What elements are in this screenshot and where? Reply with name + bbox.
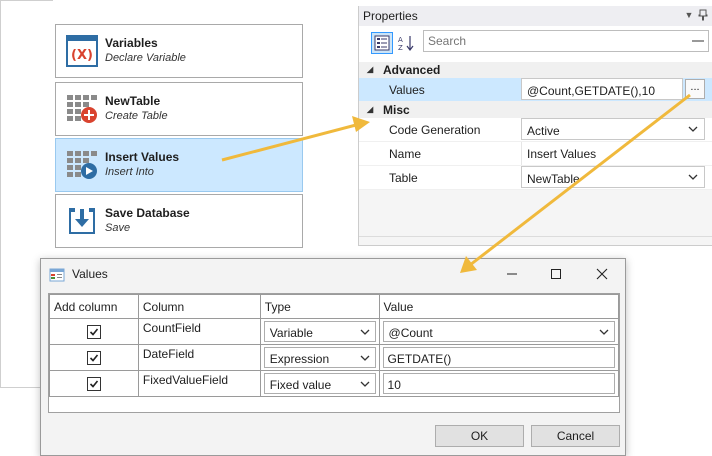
step-subtitle: Save	[105, 222, 131, 234]
property-value-field[interactable]: @Count,GETDATE(),10	[521, 78, 683, 100]
svg-text:Z: Z	[398, 44, 403, 52]
checkmark-icon	[89, 379, 99, 388]
add-column-checkbox[interactable]	[86, 324, 101, 339]
properties-header: Properties ▼	[359, 6, 712, 26]
workflow-step-insert-values[interactable]: Insert Values Insert Into	[55, 138, 303, 192]
column-header-column[interactable]: Column	[137, 294, 261, 319]
table-row: CountField Variable @Count	[49, 318, 620, 345]
search-clear-icon[interactable]	[692, 40, 704, 42]
workflow-step-save-database[interactable]: Save Database Save	[55, 194, 303, 248]
step-name: Insert Values	[105, 150, 180, 164]
step-name: Save Database	[105, 206, 190, 220]
ellipsis-button[interactable]: ...	[685, 79, 705, 99]
divider	[359, 236, 712, 237]
checkmark-icon	[89, 353, 99, 362]
cancel-button[interactable]: Cancel	[531, 425, 620, 447]
column-name: FixedValueField	[142, 372, 229, 387]
svg-text:A: A	[398, 36, 403, 44]
svg-text:(X): (X)	[71, 48, 93, 63]
properties-title: Properties	[363, 9, 418, 23]
category-advanced[interactable]: ◢ Advanced	[359, 62, 712, 78]
step-subtitle: Create Table	[105, 110, 168, 122]
workflow-step-variables[interactable]: (X) Variables Declare Variable	[55, 24, 303, 78]
property-name: Table	[389, 171, 418, 185]
category-misc[interactable]: ◢ Misc	[359, 102, 712, 118]
minimize-icon[interactable]	[503, 265, 521, 283]
column-header-add-column[interactable]: Add column	[49, 294, 139, 319]
name-value-field[interactable]: Insert Values	[521, 142, 705, 165]
property-row-name[interactable]: Name Insert Values	[359, 142, 712, 166]
table-row: FixedValueField Fixed value 10	[49, 370, 620, 397]
variables-icon: (X)	[66, 35, 98, 67]
value-textbox[interactable]: GETDATE()	[382, 347, 615, 368]
step-subtitle: Declare Variable	[105, 52, 186, 64]
column-header-type[interactable]: Type	[259, 294, 380, 319]
properties-toolbar: A Z	[359, 26, 712, 66]
values-grid: Add column Column Type Value CountField …	[48, 293, 620, 413]
property-search-box[interactable]	[423, 30, 709, 52]
chevron-down-icon	[599, 329, 609, 335]
collapse-triangle-icon[interactable]: ◢	[367, 62, 373, 78]
properties-panel: Properties ▼ A Z ◢ Advan	[358, 6, 712, 246]
table-row: DateField Expression GETDATE()	[49, 344, 620, 371]
step-name: NewTable	[105, 94, 161, 108]
categorized-view-button[interactable]	[371, 32, 393, 54]
column-name: DateField	[142, 346, 195, 361]
step-subtitle: Insert Into	[105, 166, 154, 178]
grid-header-row: Add column Column Type Value	[49, 294, 620, 319]
workflow-step-newtable[interactable]: NewTable Create Table	[55, 82, 303, 136]
dialog-title: Values	[72, 267, 108, 281]
value-dropdown[interactable]: @Count	[382, 321, 615, 342]
close-icon[interactable]	[593, 265, 611, 283]
values-dialog-icon	[49, 268, 65, 282]
column-name: CountField	[142, 320, 201, 335]
alphabetical-sort-button[interactable]: A Z	[395, 32, 417, 54]
code-generation-dropdown[interactable]: Active	[521, 118, 705, 140]
collapse-triangle-icon[interactable]: ◢	[367, 102, 373, 118]
property-name: Name	[389, 147, 422, 161]
create-table-icon	[67, 95, 97, 123]
insert-into-icon	[67, 151, 97, 179]
save-database-icon	[69, 208, 95, 234]
chevron-down-icon	[360, 381, 369, 387]
add-column-checkbox[interactable]	[86, 350, 101, 365]
chevron-down-icon	[688, 126, 698, 132]
property-row-code-generation[interactable]: Code Generation Active	[359, 118, 712, 142]
property-row-values[interactable]: Values @Count,GETDATE(),10 ...	[359, 78, 712, 102]
categorized-icon	[374, 35, 390, 51]
property-name: Code Generation	[389, 123, 481, 137]
values-dialog: Values Add column Column Type Value Coun…	[40, 258, 626, 456]
step-name: Variables	[105, 36, 158, 50]
chevron-down-icon	[360, 329, 369, 335]
pin-icon[interactable]	[697, 9, 709, 21]
add-column-checkbox[interactable]	[86, 376, 101, 391]
search-input[interactable]	[424, 31, 664, 51]
type-dropdown[interactable]: Fixed value	[263, 373, 376, 394]
dialog-titlebar[interactable]: Values	[41, 259, 625, 289]
chevron-down-icon	[360, 355, 369, 361]
type-dropdown[interactable]: Expression	[263, 347, 376, 368]
chevron-down-icon	[688, 174, 698, 180]
panel-menu-chevron-icon[interactable]: ▼	[683, 9, 695, 21]
column-header-value[interactable]: Value	[378, 294, 620, 319]
property-row-table[interactable]: Table NewTable	[359, 166, 712, 190]
ok-button[interactable]: OK	[435, 425, 524, 447]
value-textbox[interactable]: 10	[382, 373, 615, 394]
checkmark-icon	[89, 327, 99, 336]
maximize-icon[interactable]	[547, 265, 565, 283]
sort-az-icon: A Z	[398, 36, 414, 52]
type-dropdown[interactable]: Variable	[263, 321, 376, 342]
table-dropdown[interactable]: NewTable	[521, 166, 705, 188]
property-name: Values	[389, 83, 425, 97]
